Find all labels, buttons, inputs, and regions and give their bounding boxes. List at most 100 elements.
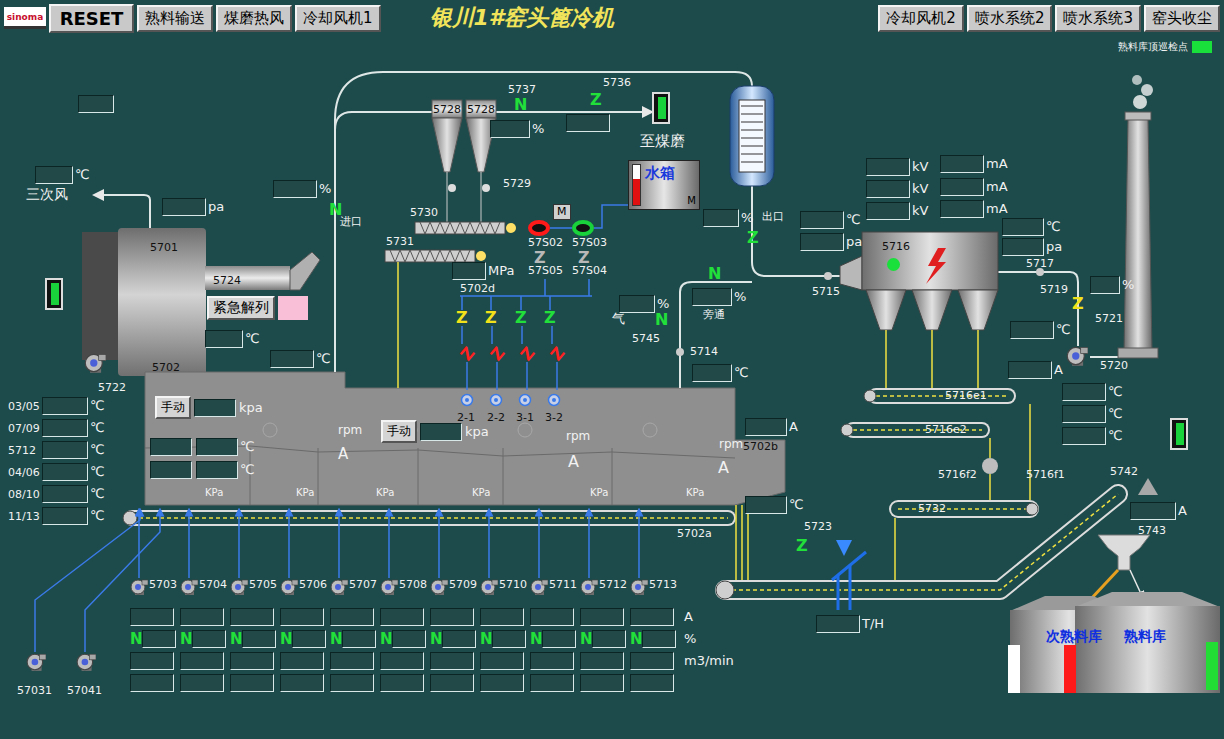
door-icon[interactable] <box>45 278 63 310</box>
tag-label: 5722 <box>98 382 126 395</box>
fan-icon[interactable] <box>280 578 298 596</box>
fan-column: 5704N <box>180 578 230 692</box>
temperature-row: 11/13℃ <box>8 507 105 525</box>
fan-icon[interactable] <box>430 578 448 596</box>
value-field <box>42 419 88 437</box>
unit-label: % <box>532 120 544 138</box>
motor-box[interactable]: M <box>553 204 571 220</box>
fan-icon[interactable] <box>84 352 106 374</box>
tag-label: 57S04 <box>572 265 607 278</box>
fan-icon[interactable] <box>330 578 348 596</box>
valve[interactable]: N <box>655 312 668 328</box>
fan-valve[interactable]: N <box>480 632 490 647</box>
value-field <box>800 233 844 251</box>
tag-label: A <box>338 446 348 463</box>
fan-valve[interactable]: N <box>330 632 340 647</box>
fan-valve[interactable]: N <box>230 632 240 647</box>
fan-icon[interactable] <box>480 578 498 596</box>
spray-valve[interactable]: Z <box>548 344 568 363</box>
fan-icon[interactable] <box>380 578 398 596</box>
tag-label: 5716e1 <box>945 390 987 403</box>
nav-button[interactable]: 窑头收尘 <box>1144 5 1220 32</box>
value-field[interactable] <box>420 423 462 441</box>
diagram-canvas: 熟料库顶巡检点5701572457025722三次风57375736至煤磨572… <box>0 36 1224 739</box>
spray-valve[interactable]: Z <box>488 344 508 363</box>
door-icon[interactable] <box>1170 418 1188 450</box>
fan-valve[interactable]: N <box>380 632 390 647</box>
nav-button[interactable]: 喷水系统3 <box>1055 5 1141 32</box>
fan-valve[interactable]: N <box>580 632 590 647</box>
value-field[interactable] <box>194 399 236 417</box>
value-field <box>430 608 474 626</box>
fan-icon[interactable] <box>530 578 548 596</box>
pump-icon[interactable] <box>528 220 550 236</box>
fan-valve[interactable]: N <box>280 632 290 647</box>
fan-icon[interactable] <box>26 652 46 672</box>
readout: ℃ <box>745 496 804 514</box>
value-field <box>745 418 787 436</box>
value-field <box>130 652 174 670</box>
valve[interactable]: N <box>514 97 527 113</box>
fan-icon[interactable] <box>230 578 248 596</box>
manual-button[interactable]: 手动 <box>381 420 417 443</box>
fan-valve[interactable]: N <box>630 632 640 647</box>
value-field <box>452 262 486 280</box>
value-field <box>1008 361 1052 379</box>
readout: ℃ <box>1062 383 1123 401</box>
fan-icon[interactable] <box>630 578 648 596</box>
value-field <box>130 608 174 626</box>
tag-label: 5702a <box>677 528 712 541</box>
tag-label: 5715 <box>812 286 840 299</box>
fan-valve[interactable]: N <box>180 632 190 647</box>
valve[interactable]: Z <box>590 92 602 108</box>
nav-button[interactable]: 冷却风机2 <box>878 5 964 32</box>
pump-icon[interactable] <box>572 220 594 236</box>
nav-button[interactable]: 熟料输送 <box>137 5 213 32</box>
fan-icon[interactable] <box>180 578 198 596</box>
temperature-row: 04/06℃ <box>8 463 105 481</box>
door-icon[interactable] <box>652 92 670 124</box>
valve[interactable]: Z <box>544 310 556 326</box>
value-field <box>330 608 374 626</box>
fan-icon[interactable] <box>1066 345 1088 367</box>
readout: % <box>703 209 753 227</box>
valve[interactable]: Z <box>456 310 468 326</box>
nav-button[interactable]: 冷却风机1 <box>295 5 381 32</box>
fan-valve[interactable]: N <box>130 632 140 647</box>
fan-valve[interactable]: N <box>530 632 540 647</box>
valve[interactable]: N <box>708 266 721 282</box>
spray-valve[interactable]: Z <box>518 344 538 363</box>
value-field <box>480 608 524 626</box>
emergency-button[interactable]: 紧急解列 <box>207 296 275 320</box>
spray-valve[interactable]: Z <box>458 344 478 363</box>
valve[interactable]: Z <box>515 310 527 326</box>
fan-icon[interactable] <box>580 578 598 596</box>
tag-label: rpm <box>566 430 590 444</box>
fan-icon[interactable] <box>130 578 148 596</box>
manual-button[interactable]: 手动 <box>155 396 191 419</box>
value-field <box>1002 218 1044 236</box>
unit-label: T/H <box>862 615 884 633</box>
nav-button[interactable]: 喷水系统2 <box>967 5 1053 32</box>
valve[interactable]: Z <box>485 310 497 326</box>
value-field <box>940 178 984 196</box>
fan-valve[interactable]: N <box>430 632 440 647</box>
valve[interactable]: N <box>329 202 342 218</box>
fan-column: 5709N <box>430 578 480 692</box>
value-field <box>580 674 624 692</box>
unit-label: ℃ <box>1108 405 1123 423</box>
value-field <box>592 630 626 648</box>
valve[interactable]: Z <box>796 538 808 554</box>
valve[interactable]: Z <box>1072 296 1084 312</box>
value-field <box>280 674 324 692</box>
valve[interactable]: Z <box>578 250 590 266</box>
fan-icon[interactable] <box>76 652 96 672</box>
reset-button[interactable]: RESET <box>49 4 134 33</box>
nav-button[interactable]: 煤磨热风 <box>216 5 292 32</box>
readout: % <box>273 180 331 198</box>
value-field <box>703 209 739 227</box>
fan-column: 5713N <box>630 578 680 692</box>
value-field <box>566 114 610 132</box>
valve[interactable]: Z <box>747 230 759 246</box>
valve[interactable]: Z <box>534 250 546 266</box>
